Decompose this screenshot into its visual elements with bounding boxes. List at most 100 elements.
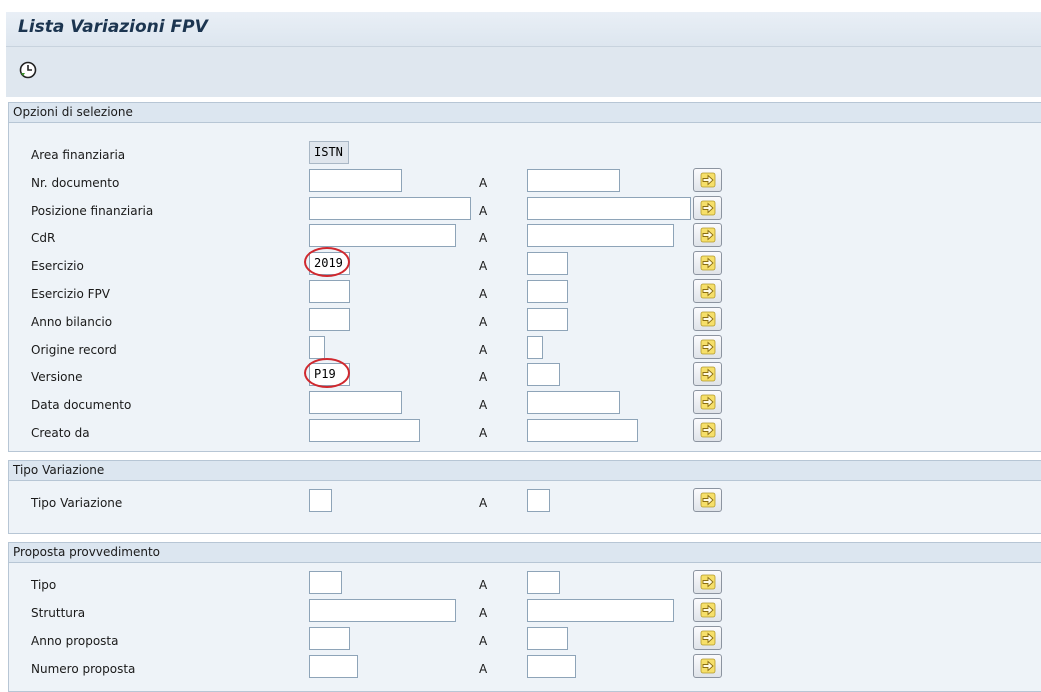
range-to-label: A xyxy=(479,606,488,620)
versione-from-input[interactable]: P19 xyxy=(309,363,350,387)
page-title: Lista Variazioni FPV xyxy=(18,17,208,37)
row-creato-da: Creato da A xyxy=(9,418,1041,447)
row-struttura: Struttura A xyxy=(9,598,1041,627)
multiple-selection-arrow-icon xyxy=(700,255,716,271)
field-label: Anno bilancio xyxy=(31,314,113,329)
multiple-selection-button[interactable] xyxy=(693,418,722,442)
field-label: Data documento xyxy=(31,398,132,413)
multiple-selection-arrow-icon xyxy=(700,630,716,646)
nr-documento-from-input[interactable] xyxy=(309,168,402,192)
range-to-label: A xyxy=(479,662,488,676)
field-label: Posizione finanziaria xyxy=(31,203,154,218)
row-cdr: CdR A xyxy=(9,223,1041,252)
data-documento-from-input[interactable] xyxy=(309,391,402,415)
struttura-from-input[interactable] xyxy=(309,599,456,622)
field-label: Creato da xyxy=(31,426,90,440)
selection-options-group: Opzioni di selezione Area finanziaria ISTN… xyxy=(8,102,1041,452)
proposal-group: Proposta provvedimento Tipo A Struttura A Ann… xyxy=(8,542,1041,692)
field-label: Tipo Variazione xyxy=(31,496,123,510)
creato-da-to-input[interactable] xyxy=(527,419,638,442)
tipo-to-input[interactable] xyxy=(527,571,560,594)
range-to-label: A xyxy=(479,259,488,274)
multiple-selection-arrow-icon xyxy=(700,394,716,410)
row-esercizio-fpv: Esercizio FPV A xyxy=(9,279,1041,308)
row-esercizio: Esercizio 2019 A xyxy=(9,247,1041,280)
multiple-selection-arrow-icon xyxy=(700,492,716,508)
tipo-from-input[interactable] xyxy=(309,571,342,594)
row-origine-record: Origine record A xyxy=(9,334,1041,364)
multiple-selection-button[interactable] xyxy=(693,598,722,622)
row-posizione-finanziaria: Posizione finanziaria A xyxy=(9,195,1041,225)
range-to-label: A xyxy=(479,426,488,440)
multiple-selection-button[interactable] xyxy=(693,334,722,359)
posizione-finanziaria-from-input[interactable] xyxy=(309,196,471,220)
row-data-documento: Data documento A xyxy=(9,390,1041,419)
multiple-selection-arrow-icon xyxy=(700,200,716,215)
title-bar: Lista Variazioni FPV xyxy=(6,12,1041,47)
numero-proposta-to-input[interactable] xyxy=(527,655,576,678)
tipo-variazione-to-input[interactable] xyxy=(527,489,550,512)
range-to-label: A xyxy=(479,231,488,246)
multiple-selection-button[interactable] xyxy=(693,570,722,594)
multiple-selection-button[interactable] xyxy=(693,251,722,276)
multiple-selection-button[interactable] xyxy=(693,306,722,331)
multiple-selection-button[interactable] xyxy=(693,279,722,303)
esercizio-from-input[interactable]: 2019 xyxy=(309,252,350,276)
cdr-to-input[interactable] xyxy=(527,224,674,248)
field-label: Esercizio xyxy=(31,259,84,274)
creato-da-from-input[interactable] xyxy=(309,419,420,442)
multiple-selection-button[interactable] xyxy=(693,626,722,650)
esercizio-fpv-from-input[interactable] xyxy=(309,280,350,303)
range-to-label: A xyxy=(479,175,488,190)
range-to-label: A xyxy=(479,203,488,218)
range-to-label: A xyxy=(479,314,488,329)
multiple-selection-arrow-icon xyxy=(700,658,716,674)
origine-record-from-input[interactable] xyxy=(309,335,325,359)
anno-bilancio-to-input[interactable] xyxy=(527,307,568,331)
cdr-from-input[interactable] xyxy=(309,224,456,248)
nr-documento-to-input[interactable] xyxy=(527,168,620,192)
row-tipo-variazione: Tipo Variazione A xyxy=(9,488,1041,517)
data-documento-to-input[interactable] xyxy=(527,391,620,415)
variation-type-group: Tipo Variazione Tipo Variazione A xyxy=(8,460,1041,534)
field-label: Area finanziaria xyxy=(31,148,126,162)
numero-proposta-from-input[interactable] xyxy=(309,655,358,678)
multiple-selection-button[interactable] xyxy=(693,390,722,415)
field-label: Tipo xyxy=(31,578,57,592)
anno-proposta-from-input[interactable] xyxy=(309,627,350,650)
row-nr-documento: Nr. documento A xyxy=(9,167,1041,197)
versione-to-input[interactable] xyxy=(527,363,560,387)
esercizio-fpv-to-input[interactable] xyxy=(527,280,568,303)
field-label: Origine record xyxy=(31,342,117,357)
multiple-selection-arrow-icon xyxy=(700,311,716,327)
field-label: Versione xyxy=(31,370,83,385)
multiple-selection-button[interactable] xyxy=(693,654,722,678)
origine-record-to-input[interactable] xyxy=(527,335,543,359)
multiple-selection-button[interactable] xyxy=(693,167,722,192)
area-finanziaria-from-input[interactable]: ISTN xyxy=(309,141,349,164)
multiple-selection-button[interactable] xyxy=(693,362,722,387)
posizione-finanziaria-to-input[interactable] xyxy=(527,196,691,220)
multiple-selection-button[interactable] xyxy=(693,488,722,512)
multiple-selection-arrow-icon xyxy=(700,172,716,188)
struttura-to-input[interactable] xyxy=(527,599,674,622)
multiple-selection-arrow-icon xyxy=(700,227,716,243)
multiple-selection-arrow-icon xyxy=(700,339,716,354)
range-to-label: A xyxy=(479,634,488,648)
tipo-variazione-from-input[interactable] xyxy=(309,489,332,512)
range-to-label: A xyxy=(479,578,488,592)
field-label: Nr. documento xyxy=(31,175,120,190)
multiple-selection-button[interactable] xyxy=(693,223,722,248)
row-versione: Versione P19 A xyxy=(9,358,1041,391)
anno-proposta-to-input[interactable] xyxy=(527,627,568,650)
anno-bilancio-from-input[interactable] xyxy=(309,307,350,331)
execute-button[interactable] xyxy=(18,60,38,80)
field-label: CdR xyxy=(31,231,56,246)
multiple-selection-arrow-icon xyxy=(700,283,716,299)
range-to-label: A xyxy=(479,342,488,357)
group-header: Proposta provvedimento xyxy=(9,543,1041,563)
esercizio-to-input[interactable] xyxy=(527,252,568,276)
range-to-label: A xyxy=(479,370,488,385)
multiple-selection-button[interactable] xyxy=(693,195,722,220)
multiple-selection-arrow-icon xyxy=(700,574,716,590)
